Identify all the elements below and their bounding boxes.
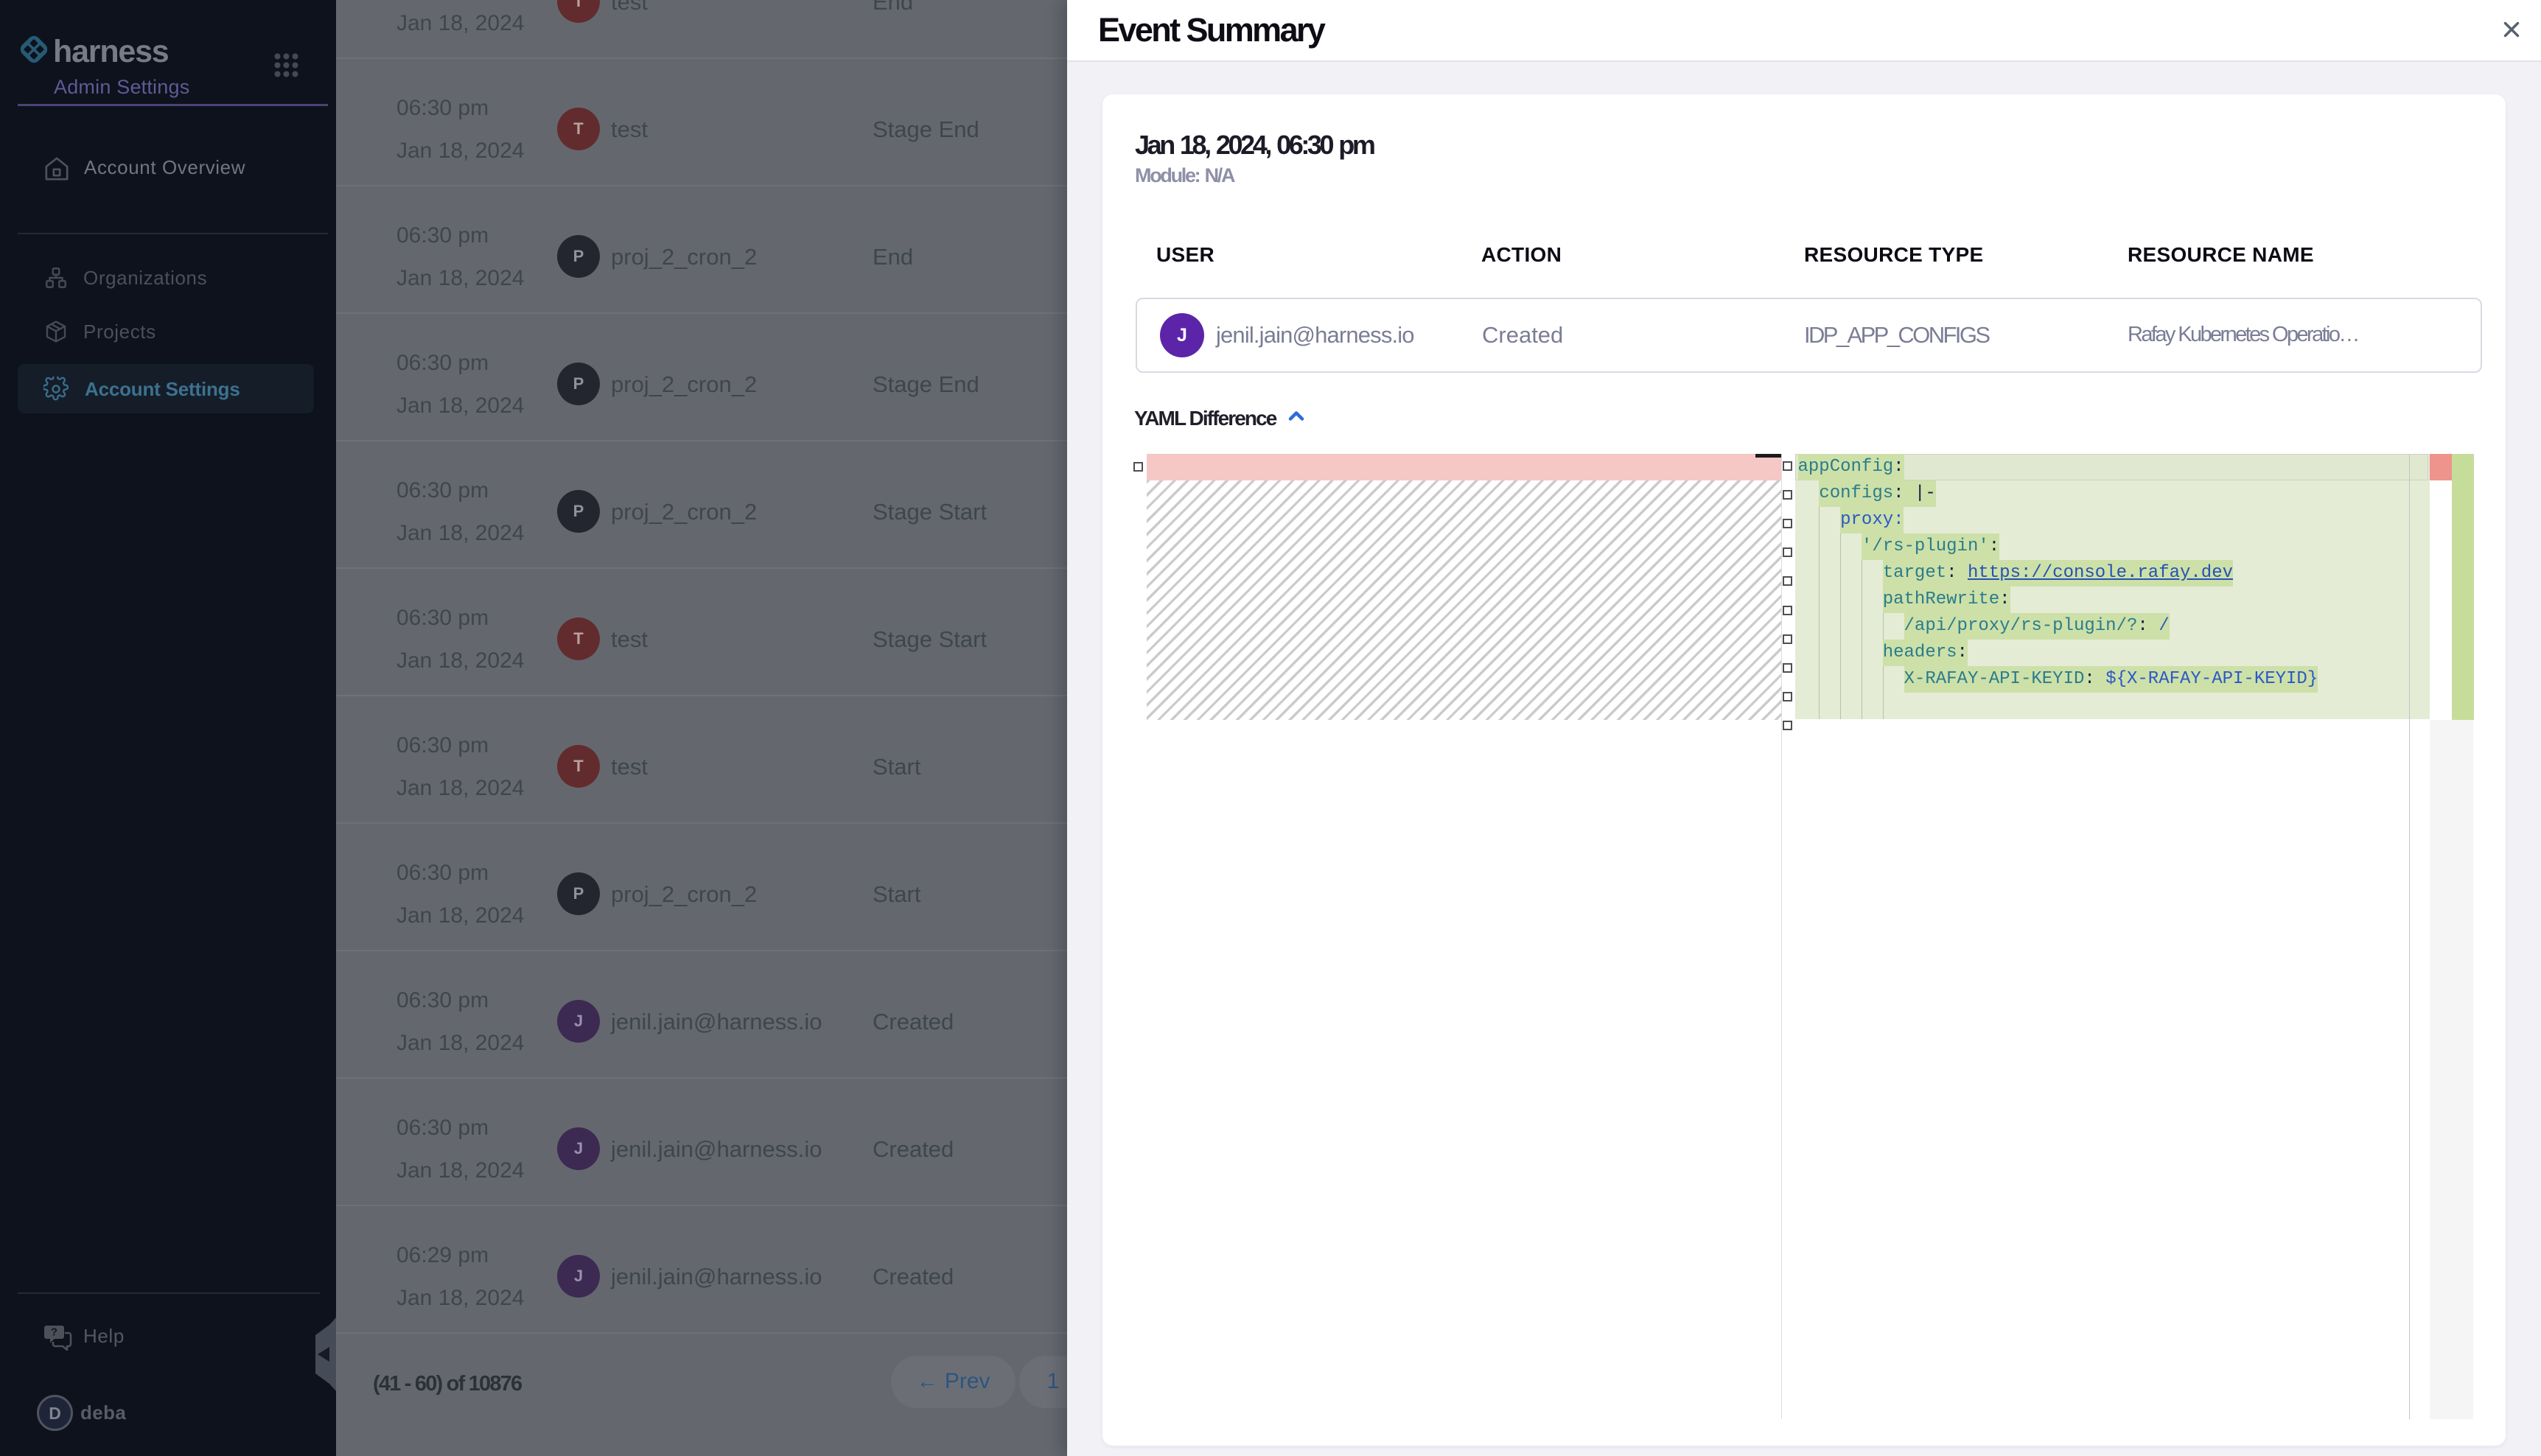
svg-text:?: ? xyxy=(51,1326,57,1339)
